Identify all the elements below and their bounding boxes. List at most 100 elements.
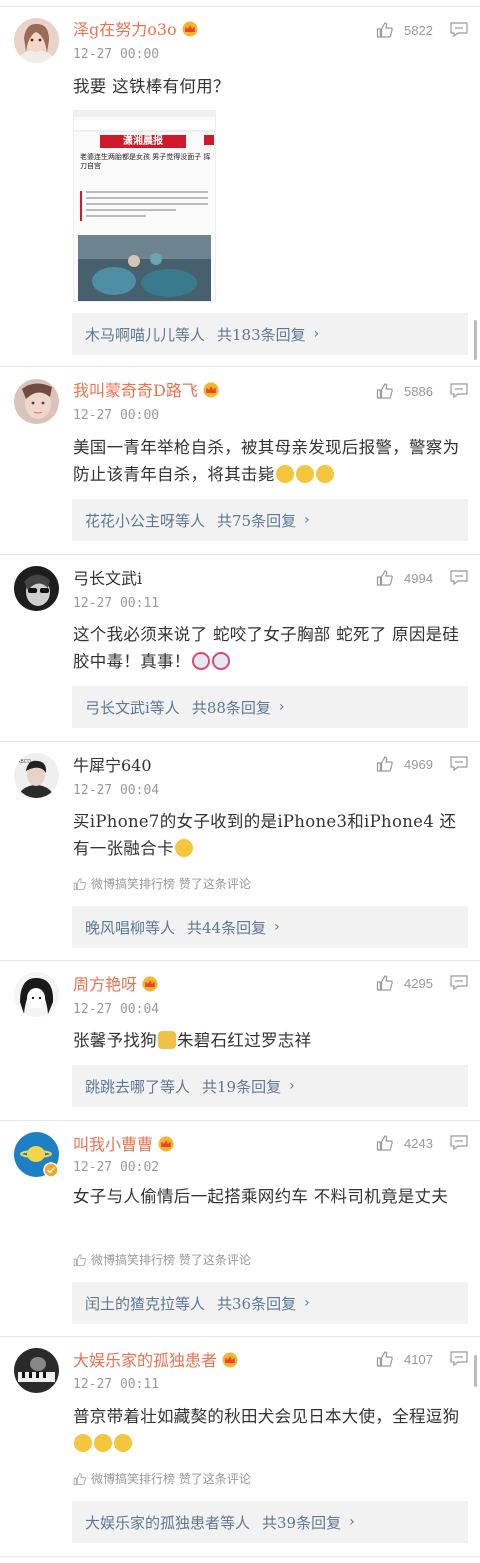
laugh-cry-emoji-icon — [295, 465, 314, 483]
liked-by-badge: 微博搞笑排行榜 赞了这条评论 — [73, 876, 251, 892]
divider — [0, 1120, 480, 1121]
crown-icon — [182, 21, 198, 37]
username[interactable]: 大娱乐家的孤独患者 — [73, 1351, 239, 1371]
reply-icon[interactable] — [450, 383, 468, 399]
scared-face-emoji-icon — [191, 652, 210, 670]
comment-image[interactable]: 潇湘晨报 老婆连生两胎都是女孩 男子觉得没面子 挥刀自宫 — [73, 110, 216, 302]
like-count: 4107 — [404, 1351, 433, 1367]
reply-icon[interactable] — [450, 570, 468, 586]
thumbs-up-icon — [376, 570, 393, 586]
avatar[interactable]: ABCD — [14, 753, 59, 798]
news-headline: 老婆连生两胎都是女孩 男子觉得没面子 挥刀自宫 — [80, 153, 212, 173]
avatar[interactable] — [14, 379, 59, 424]
username[interactable]: 弓长文武i — [73, 569, 142, 589]
top-divider — [0, 6, 480, 7]
username[interactable]: 牛犀宁640 — [73, 756, 152, 776]
scrollbar-thumb-lower[interactable] — [474, 1355, 477, 1387]
reply-users: 晚风唱柳等人 — [85, 918, 176, 937]
reply-summary[interactable]: 晚风唱柳等人 共44条回复 › — [72, 906, 468, 948]
divider — [0, 366, 480, 367]
thumbs-up-icon — [376, 383, 393, 399]
timestamp: 12-27 00:00 — [73, 47, 160, 62]
reply-icon[interactable] — [450, 975, 468, 991]
reply-users: 花花小公主呀等人 — [85, 511, 206, 530]
reply-users: 跳跳去哪了等人 — [85, 1077, 191, 1096]
like-count: 4969 — [404, 756, 433, 772]
reply-icon[interactable] — [450, 1135, 468, 1151]
laugh-cry-emoji-icon — [315, 465, 334, 483]
avatar[interactable] — [14, 972, 59, 1017]
divider — [0, 741, 480, 742]
avatar[interactable] — [14, 1348, 59, 1393]
like-count: 4243 — [404, 1135, 433, 1151]
timestamp: 12-27 00:04 — [73, 1002, 160, 1017]
reply-summary[interactable]: 跳跳去哪了等人 共19条回复 › — [72, 1065, 468, 1107]
reply-summary[interactable]: 木马啊喵儿儿等人 共183条回复 › — [72, 313, 468, 355]
comment-text: 美国一青年举枪自杀，被其母亲发现后报警，警察为防止该青年自杀，将其击毙 — [73, 438, 460, 484]
like-button[interactable]: 5822 — [376, 20, 433, 40]
laugh-cry-emoji-icon — [275, 465, 294, 483]
timestamp: 12-27 00:00 — [73, 408, 160, 423]
like-button[interactable]: 4969 — [376, 754, 433, 774]
crown-icon — [142, 976, 158, 992]
timestamp: 12-27 00:11 — [73, 596, 160, 611]
reply-summary[interactable]: 花花小公主呀等人 共75条回复 › — [72, 499, 468, 541]
chevron-right-icon: › — [304, 512, 310, 528]
reply-summary[interactable]: 弓长文武i等人 共88条回复 › — [72, 686, 468, 728]
reply-summary[interactable]: 闰土的猹克拉等人 共36条回复 › — [72, 1282, 468, 1324]
liked-by-text: 微博搞笑排行榜 赞了这条评论 — [91, 1253, 251, 1267]
reply-icon[interactable] — [450, 22, 468, 38]
reply-icon[interactable] — [450, 1351, 468, 1367]
username[interactable]: 我叫蒙奇奇D路飞 — [73, 381, 220, 401]
thumbs-up-icon — [73, 878, 87, 890]
comment-text: 买iPhone7的女子收到的是iPhone3和iPhone4 还有一张融合卡 — [73, 812, 457, 858]
crown-icon — [203, 382, 219, 398]
like-button[interactable]: 4295 — [376, 973, 433, 993]
like-button[interactable]: 5886 — [376, 381, 433, 401]
chevron-right-icon: › — [349, 1514, 355, 1530]
divider — [0, 554, 480, 555]
reply-count: 共19条回复 — [202, 1077, 282, 1096]
reply-summary[interactable]: 大娱乐家的孤独患者等人 共39条回复 › — [72, 1501, 468, 1543]
divider — [0, 960, 480, 961]
like-button[interactable]: 4994 — [376, 568, 433, 588]
scrollbar-thumb[interactable] — [474, 320, 477, 360]
chevron-right-icon: › — [274, 919, 280, 935]
liked-by-badge: 微博搞笑排行榜 赞了这条评论 — [73, 1252, 251, 1268]
timestamp: 12-27 00:11 — [73, 1377, 160, 1392]
like-button[interactable]: 4107 — [376, 1349, 433, 1369]
chevron-right-icon: › — [313, 326, 320, 342]
liked-by-badge: 微博搞笑排行榜 赞了这条评论 — [73, 1471, 251, 1487]
username[interactable]: 周方艳呀 — [73, 975, 159, 995]
comment-text: 这个我必须来说了 蛇咬了女子胸部 蛇死了 原因是硅胶中毒！真事！ — [73, 625, 460, 671]
chevron-right-icon: › — [289, 1078, 295, 1094]
like-button[interactable]: 4243 — [376, 1133, 433, 1153]
reply-users: 大娱乐家的孤独患者等人 — [85, 1513, 251, 1532]
avatar[interactable] — [14, 566, 59, 611]
reply-icon[interactable] — [450, 756, 468, 772]
reply-users: 木马啊喵儿儿等人 — [85, 325, 206, 344]
thumbs-up-icon — [73, 1473, 87, 1485]
thumbs-up-icon — [376, 1351, 393, 1367]
divider — [0, 1556, 480, 1557]
laugh-cry-emoji-icon — [94, 1434, 112, 1452]
like-count: 5886 — [404, 383, 433, 399]
reply-users: 闰土的猹克拉等人 — [85, 1294, 206, 1313]
avatar[interactable] — [14, 1132, 59, 1177]
reply-count: 共183条回复 — [217, 325, 306, 344]
avatar[interactable] — [14, 18, 59, 63]
shrug-emoji-icon — [174, 839, 193, 857]
thumbs-up-icon — [376, 975, 393, 991]
thumbs-up-icon — [73, 1254, 87, 1266]
username[interactable]: 泽g在努力o3o — [73, 20, 199, 40]
laugh-cry-emoji-icon — [74, 1434, 92, 1452]
chevron-right-icon: › — [278, 699, 285, 715]
thumbs-up-icon — [376, 756, 393, 772]
thumbs-up-icon — [376, 22, 393, 38]
doge-emoji-icon — [158, 1031, 176, 1049]
comment-text: 女子与人偷情后一起搭乘网约车 不料司机竟是丈夫 — [73, 1187, 449, 1206]
crown-icon — [158, 1136, 174, 1152]
username[interactable]: 叫我小曹曹 — [73, 1135, 175, 1155]
timestamp: 12-27 00:04 — [73, 783, 160, 798]
crown-icon — [222, 1352, 238, 1368]
